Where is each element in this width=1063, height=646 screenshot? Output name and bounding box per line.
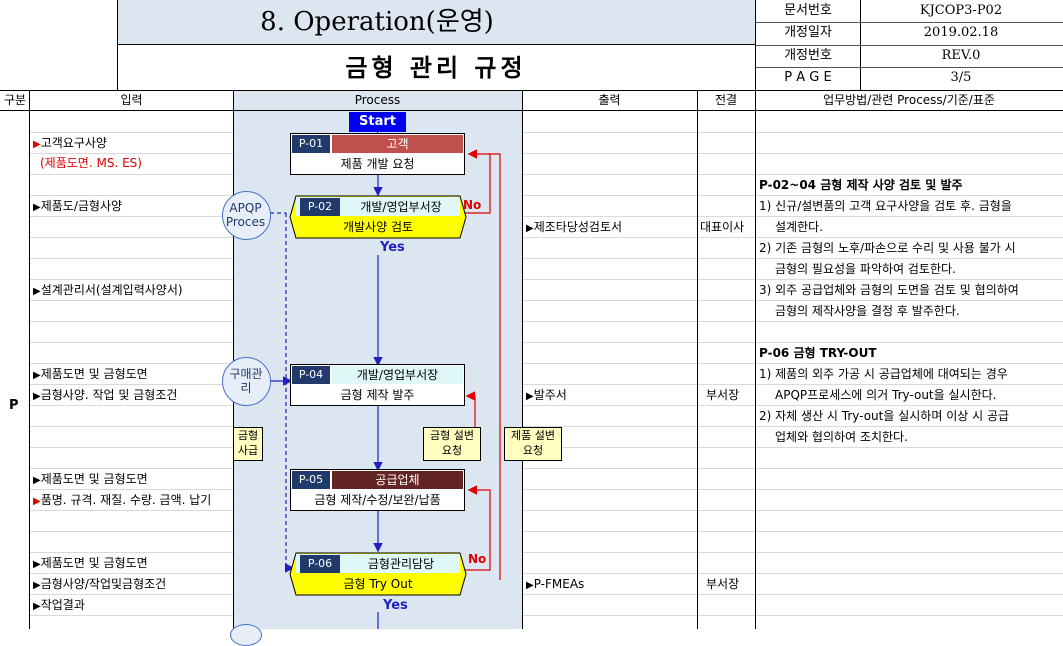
apqp-label: APQP Proces bbox=[225, 201, 266, 229]
step-p06-task: 금형 Try Out bbox=[343, 577, 413, 591]
step-p05-task: 금형 제작/수정/보완/납품 bbox=[314, 493, 441, 507]
step-p06-id: P-06 bbox=[300, 555, 340, 573]
step-p06-owner: 금형관리담당 bbox=[367, 557, 435, 571]
purchasing-label: 구매관리 bbox=[229, 367, 263, 395]
start-node: Start bbox=[349, 112, 406, 132]
yes-label: Yes bbox=[383, 598, 408, 613]
step-p04-owner: 개발/영업부서장 bbox=[332, 366, 463, 384]
step-p01-owner: 고객 bbox=[332, 135, 463, 153]
callout-mold-supply: 금형 사급 bbox=[233, 427, 263, 461]
step-p01-task: 제품 개발 요청 bbox=[340, 157, 415, 171]
no-label: No bbox=[468, 552, 487, 566]
step-p05-owner: 공급업체 bbox=[332, 471, 463, 489]
step-p02-owner: 개발/영업부서장 bbox=[360, 200, 442, 214]
next-circle-partial bbox=[230, 624, 262, 646]
callout-product-change-request: 제품 설변 요청 bbox=[504, 427, 562, 461]
callout-mold-change-request: 금형 설변 요청 bbox=[423, 427, 481, 461]
step-p04-id: P-04 bbox=[292, 366, 330, 384]
step-p04-task: 금형 제작 발주 bbox=[340, 388, 415, 402]
step-p02-id: P-02 bbox=[300, 198, 340, 216]
step-p02-task: 개발사양 검토 bbox=[342, 220, 414, 234]
flow-connectors bbox=[267, 149, 501, 629]
yes-label: Yes bbox=[380, 240, 405, 255]
step-p01-id: P-01 bbox=[292, 135, 330, 153]
step-p05-id: P-05 bbox=[292, 471, 330, 489]
no-label: No bbox=[463, 198, 482, 212]
